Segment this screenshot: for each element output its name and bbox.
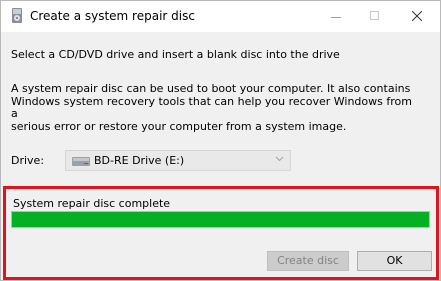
description-line: A system repair disc can be used to boot… (11, 82, 411, 95)
minimize-icon (331, 17, 341, 18)
progress-bar (11, 211, 430, 228)
description-line: serious error or restore your computer f… (11, 119, 347, 133)
optical-drive-icon (72, 154, 90, 168)
title-bar[interactable]: Create a system repair disc (1, 1, 440, 32)
maximize-button[interactable] (360, 1, 390, 32)
chevron-down-icon (275, 154, 284, 166)
instruction-text: Select a CD/DVD drive and insert a blank… (11, 48, 340, 61)
status-text: System repair disc complete (13, 197, 171, 210)
progress-fill (12, 212, 429, 227)
minimize-button[interactable] (321, 1, 351, 32)
drive-select[interactable]: BD-RE Drive (E:) (65, 150, 291, 171)
ok-button[interactable]: OK (357, 251, 432, 271)
drive-select-value: BD-RE Drive (E:) (94, 154, 185, 167)
repair-disc-dialog: Create a system repair disc Select a CD/… (0, 0, 441, 281)
disc-drive-icon (10, 7, 24, 25)
description-text: A system repair disc can be used to boot… (11, 82, 421, 133)
close-button[interactable] (402, 1, 432, 32)
drive-label: Drive: (11, 154, 45, 167)
maximize-icon (370, 11, 379, 20)
description-line: Windows system recovery tools that can h… (11, 94, 412, 120)
close-icon (412, 11, 422, 21)
window-title: Create a system repair disc (30, 9, 195, 23)
create-disc-button[interactable]: Create disc (267, 251, 349, 271)
